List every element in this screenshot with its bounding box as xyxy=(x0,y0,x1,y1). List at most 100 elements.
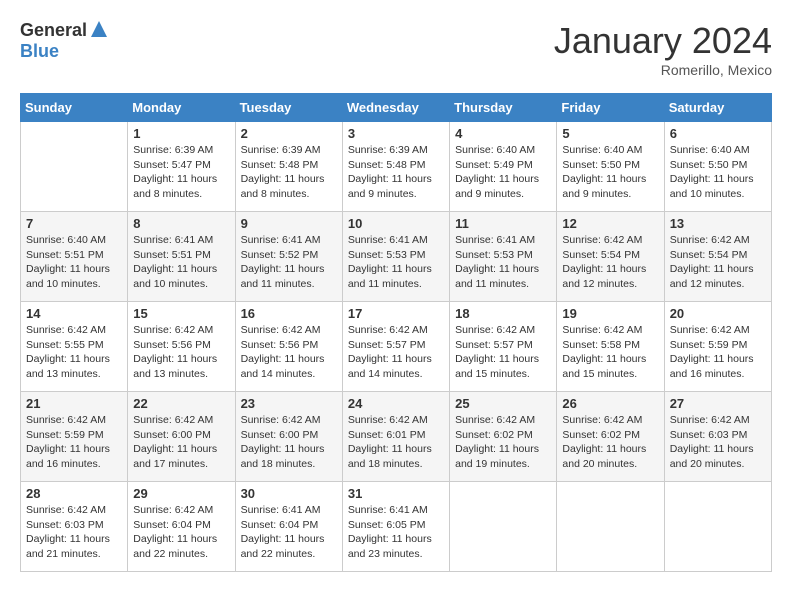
calendar-cell: 15Sunrise: 6:42 AMSunset: 5:56 PMDayligh… xyxy=(128,302,235,392)
calendar-cell: 16 Sunrise: 6:42 AMSunset: 5:56 PMDayligh… xyxy=(235,302,342,392)
calendar-cell: 8 Sunrise: 6:41 AMSunset: 5:51 PMDaylight… xyxy=(128,212,235,302)
day-info: Sunrise: 6:41 AMSunset: 5:52 PMDaylight:… xyxy=(241,233,337,292)
day-info: Sunrise: 6:42 AMSunset: 6:00 PMDaylight:… xyxy=(133,413,229,472)
day-number: 17 xyxy=(348,306,444,321)
day-number: 28 xyxy=(26,486,122,501)
day-info: Sunrise: 6:42 AMSunset: 5:58 PMDaylight:… xyxy=(562,323,658,382)
day-number: 31 xyxy=(348,486,444,501)
calendar-cell: 13 Sunrise: 6:42 AMSunset: 5:54 PMDayligh… xyxy=(664,212,771,302)
day-number: 3 xyxy=(348,126,444,141)
day-number: 5 xyxy=(562,126,658,141)
day-number: 27 xyxy=(670,396,766,411)
day-number: 16 xyxy=(241,306,337,321)
day-number: 8 xyxy=(133,216,229,231)
calendar-cell: 21 Sunrise: 6:42 AMSunset: 5:59 PMDayligh… xyxy=(21,392,128,482)
day-info: Sunrise: 6:40 AMSunset: 5:49 PMDaylight:… xyxy=(455,143,551,202)
day-info: Sunrise: 6:42 AMSunset: 6:03 PMDaylight:… xyxy=(26,503,122,562)
calendar-cell: 6 Sunrise: 6:40 AMSunset: 5:50 PMDaylight… xyxy=(664,122,771,212)
day-number: 21 xyxy=(26,396,122,411)
calendar-week-3: 14 Sunrise: 6:42 AMSunset: 5:55 PMDayligh… xyxy=(21,302,772,392)
day-info: Sunrise: 6:39 AMSunset: 5:48 PMDaylight:… xyxy=(241,143,337,202)
calendar-cell: 23 Sunrise: 6:42 AMSunset: 6:00 PMDayligh… xyxy=(235,392,342,482)
calendar-week-4: 21 Sunrise: 6:42 AMSunset: 5:59 PMDayligh… xyxy=(21,392,772,482)
location-text: Romerillo, Mexico xyxy=(554,62,772,78)
logo-general-text: General xyxy=(20,20,87,41)
day-number: 1 xyxy=(133,126,229,141)
calendar-cell: 20 Sunrise: 6:42 AMSunset: 5:59 PMDayligh… xyxy=(664,302,771,392)
calendar-cell: 9 Sunrise: 6:41 AMSunset: 5:52 PMDaylight… xyxy=(235,212,342,302)
calendar-week-2: 7Sunrise: 6:40 AMSunset: 5:51 PMDaylight… xyxy=(21,212,772,302)
day-number: 9 xyxy=(241,216,337,231)
day-info: Sunrise: 6:42 AMSunset: 6:02 PMDaylight:… xyxy=(562,413,658,472)
month-title: January 2024 xyxy=(554,20,772,62)
calendar-cell: 11 Sunrise: 6:41 AMSunset: 5:53 PMDayligh… xyxy=(450,212,557,302)
day-number: 24 xyxy=(348,396,444,411)
day-info: Sunrise: 6:42 AMSunset: 6:00 PMDaylight:… xyxy=(241,413,337,472)
logo-blue-text: Blue xyxy=(20,41,59,62)
day-info: Sunrise: 6:42 AMSunset: 5:56 PMDaylight:… xyxy=(241,323,337,382)
day-info: Sunrise: 6:42 AMSunset: 6:04 PMDaylight:… xyxy=(133,503,229,562)
calendar-cell: 31 Sunrise: 6:41 AMSunset: 6:05 PMDayligh… xyxy=(342,482,449,572)
day-info: Sunrise: 6:42 AMSunset: 5:59 PMDaylight:… xyxy=(670,323,766,382)
calendar-table: SundayMondayTuesdayWednesdayThursdayFrid… xyxy=(20,93,772,572)
calendar-cell: 4 Sunrise: 6:40 AMSunset: 5:49 PMDaylight… xyxy=(450,122,557,212)
page-header: General Blue January 2024 Romerillo, Mex… xyxy=(20,20,772,78)
day-info: Sunrise: 6:39 AMSunset: 5:48 PMDaylight:… xyxy=(348,143,444,202)
day-number: 19 xyxy=(562,306,658,321)
day-info: Sunrise: 6:42 AMSunset: 5:54 PMDaylight:… xyxy=(562,233,658,292)
day-info: Sunrise: 6:41 AMSunset: 6:04 PMDaylight:… xyxy=(241,503,337,562)
day-number: 30 xyxy=(241,486,337,501)
calendar-cell xyxy=(21,122,128,212)
calendar-cell: 1 Sunrise: 6:39 AMSunset: 5:47 PMDaylight… xyxy=(128,122,235,212)
calendar-cell: 28 Sunrise: 6:42 AMSunset: 6:03 PMDayligh… xyxy=(21,482,128,572)
day-info: Sunrise: 6:42 AMSunset: 5:55 PMDaylight:… xyxy=(26,323,122,382)
calendar-cell: 24 Sunrise: 6:42 AMSunset: 6:01 PMDayligh… xyxy=(342,392,449,482)
calendar-header-wednesday: Wednesday xyxy=(342,94,449,122)
calendar-cell: 19 Sunrise: 6:42 AMSunset: 5:58 PMDayligh… xyxy=(557,302,664,392)
day-info: Sunrise: 6:39 AMSunset: 5:47 PMDaylight:… xyxy=(133,143,229,202)
day-number: 4 xyxy=(455,126,551,141)
calendar-cell: 14 Sunrise: 6:42 AMSunset: 5:55 PMDayligh… xyxy=(21,302,128,392)
calendar-cell: 30 Sunrise: 6:41 AMSunset: 6:04 PMDayligh… xyxy=(235,482,342,572)
calendar-cell: 29 Sunrise: 6:42 AMSunset: 6:04 PMDayligh… xyxy=(128,482,235,572)
calendar-cell: 10 Sunrise: 6:41 AMSunset: 5:53 PMDayligh… xyxy=(342,212,449,302)
day-number: 6 xyxy=(670,126,766,141)
calendar-header-friday: Friday xyxy=(557,94,664,122)
day-info: Sunrise: 6:42 AMSunset: 5:59 PMDaylight:… xyxy=(26,413,122,472)
calendar-week-1: 1 Sunrise: 6:39 AMSunset: 5:47 PMDaylight… xyxy=(21,122,772,212)
day-info: Sunrise: 6:42 AMSunset: 5:57 PMDaylight:… xyxy=(455,323,551,382)
calendar-cell: 5 Sunrise: 6:40 AMSunset: 5:50 PMDaylight… xyxy=(557,122,664,212)
day-number: 20 xyxy=(670,306,766,321)
day-info: Sunrise: 6:42 AMSunset: 6:01 PMDaylight:… xyxy=(348,413,444,472)
calendar-cell: 22 Sunrise: 6:42 AMSunset: 6:00 PMDayligh… xyxy=(128,392,235,482)
day-number: 18 xyxy=(455,306,551,321)
day-info: Sunrise: 6:40 AMSunset: 5:50 PMDaylight:… xyxy=(670,143,766,202)
day-info: Sunrise: 6:42 AMSunset: 5:57 PMDaylight:… xyxy=(348,323,444,382)
day-number: 11 xyxy=(455,216,551,231)
day-info: Sunrise: 6:41 AMSunset: 5:51 PMDaylight:… xyxy=(133,233,229,292)
day-info: Sunrise: 6:40 AMSunset: 5:50 PMDaylight:… xyxy=(562,143,658,202)
day-number: 10 xyxy=(348,216,444,231)
day-info: Sunrise: 6:41 AMSunset: 5:53 PMDaylight:… xyxy=(455,233,551,292)
calendar-cell: 12Sunrise: 6:42 AMSunset: 5:54 PMDayligh… xyxy=(557,212,664,302)
day-info: Sunrise: 6:40 AMSunset: 5:51 PMDaylight:… xyxy=(26,233,122,292)
day-info: Sunrise: 6:41 AMSunset: 5:53 PMDaylight:… xyxy=(348,233,444,292)
title-area: January 2024 Romerillo, Mexico xyxy=(554,20,772,78)
day-number: 29 xyxy=(133,486,229,501)
day-info: Sunrise: 6:41 AMSunset: 6:05 PMDaylight:… xyxy=(348,503,444,562)
day-number: 23 xyxy=(241,396,337,411)
day-info: Sunrise: 6:42 AMSunset: 5:54 PMDaylight:… xyxy=(670,233,766,292)
day-number: 14 xyxy=(26,306,122,321)
day-number: 2 xyxy=(241,126,337,141)
day-number: 13 xyxy=(670,216,766,231)
calendar-header-row: SundayMondayTuesdayWednesdayThursdayFrid… xyxy=(21,94,772,122)
calendar-cell: 2 Sunrise: 6:39 AMSunset: 5:48 PMDaylight… xyxy=(235,122,342,212)
calendar-cell: 17 Sunrise: 6:42 AMSunset: 5:57 PMDayligh… xyxy=(342,302,449,392)
calendar-header-monday: Monday xyxy=(128,94,235,122)
day-number: 22 xyxy=(133,396,229,411)
calendar-cell xyxy=(664,482,771,572)
logo-icon xyxy=(89,19,109,39)
day-number: 25 xyxy=(455,396,551,411)
logo: General Blue xyxy=(20,20,109,62)
calendar-cell xyxy=(450,482,557,572)
